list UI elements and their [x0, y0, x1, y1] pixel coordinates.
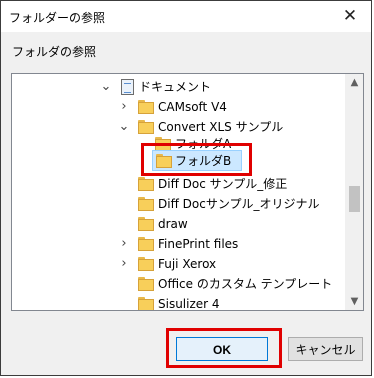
chevron-right-icon[interactable]: › — [118, 233, 130, 255]
scroll-thumb[interactable] — [349, 186, 360, 212]
highlight-box-folder-b — [141, 143, 252, 176]
scroll-up-icon[interactable]: ▲ — [346, 74, 363, 91]
chevron-down-icon[interactable]: ⌄ — [100, 76, 112, 98]
folder-icon — [138, 257, 154, 271]
tree-item-fineprint[interactable]: › FinePrint files — [12, 233, 347, 255]
tree-item-label: Sisulizer 4 — [158, 297, 220, 311]
folder-tree[interactable]: ⌄ ドキュメント › CAMsoft V4 ⌄ Convert XLS サンプル… — [11, 73, 364, 311]
tree-item-label: FinePrint files — [158, 237, 239, 251]
tree-item-fuji-xerox[interactable]: › Fuji Xerox — [12, 253, 347, 275]
tree-item-label: draw — [158, 217, 188, 231]
close-icon[interactable]: ✕ — [339, 5, 361, 27]
folder-icon — [138, 100, 154, 114]
folder-browse-dialog: フォルダーの参照 ✕ フォルダの参照 ⌄ ドキュメント › CAMsoft V4… — [0, 0, 372, 376]
tree-item-sisulizer[interactable]: Sisulizer 4 — [12, 293, 347, 311]
folder-icon — [138, 277, 154, 291]
tree-item-label: Diff Doc サンプル_修正 — [158, 177, 288, 191]
tree-item-label: Diff Docサンプル_オリジナル — [158, 197, 320, 211]
folder-icon — [138, 237, 154, 251]
folder-icon — [138, 177, 154, 191]
tree-item-label: CAMsoft V4 — [158, 100, 227, 114]
dialog-title: フォルダーの参照 — [9, 11, 106, 25]
title-bar: フォルダーの参照 ✕ — [1, 1, 371, 32]
documents-icon — [121, 79, 134, 95]
tree-item-diff-doc-fix[interactable]: Diff Doc サンプル_修正 — [12, 173, 347, 195]
chevron-right-icon[interactable]: › — [118, 253, 130, 275]
tree-item-label: ドキュメント — [139, 80, 212, 94]
chevron-right-icon[interactable]: › — [118, 96, 130, 118]
tree-item-label: Office のカスタム テンプレート — [158, 277, 333, 291]
vertical-scrollbar[interactable]: ▲ ▼ — [345, 74, 363, 310]
tree-item-label: Fuji Xerox — [158, 257, 217, 271]
folder-icon — [138, 297, 154, 310]
tree-item-diff-doc-original[interactable]: Diff Docサンプル_オリジナル — [12, 193, 347, 215]
tree-item-office-templates[interactable]: Office のカスタム テンプレート — [12, 273, 347, 295]
scroll-down-icon[interactable]: ▼ — [346, 293, 363, 310]
dialog-prompt: フォルダの参照 — [12, 45, 97, 59]
cancel-button[interactable]: キャンセル — [288, 337, 363, 361]
tree-item-camsoft[interactable]: › CAMsoft V4 — [12, 96, 347, 118]
folder-icon — [138, 217, 154, 231]
folder-icon — [138, 197, 154, 211]
tree-item-draw[interactable]: draw — [12, 213, 347, 235]
tree-item-documents[interactable]: ⌄ ドキュメント — [12, 76, 347, 98]
highlight-box-ok — [166, 328, 282, 368]
folder-icon — [138, 120, 154, 134]
